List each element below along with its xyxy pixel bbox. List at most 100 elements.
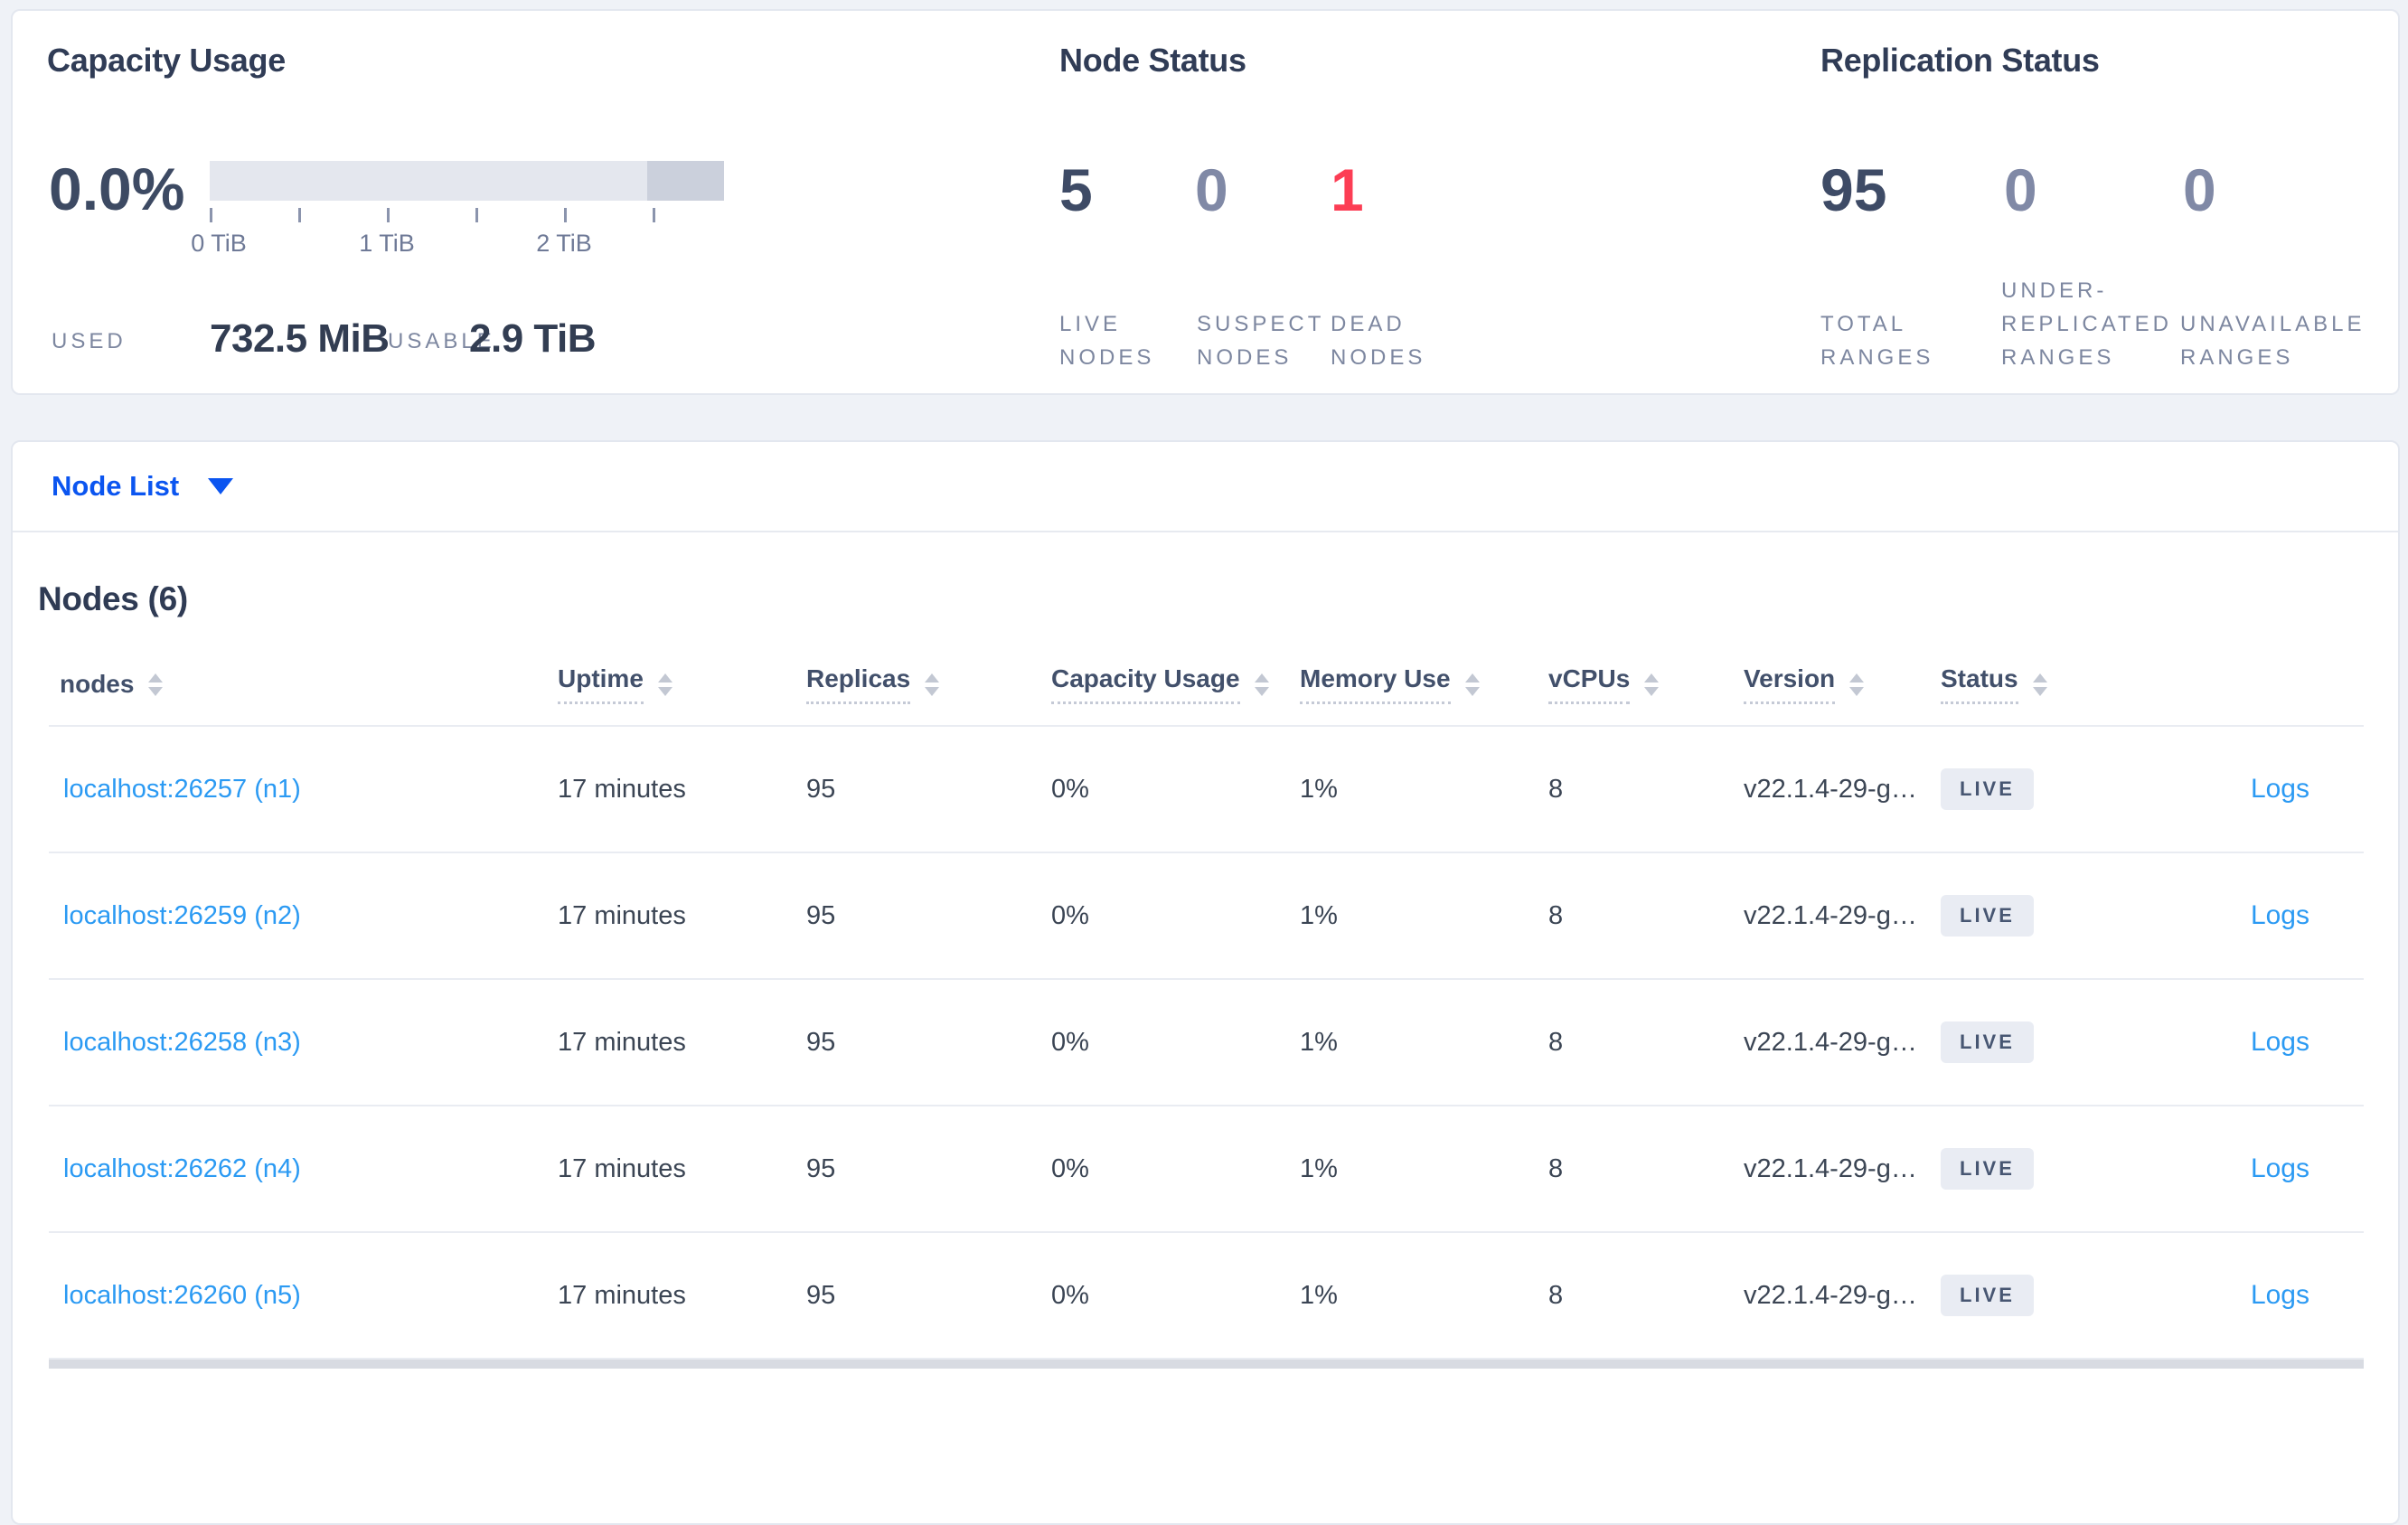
capacity-cell: 0% (1051, 1027, 1089, 1057)
capacity-cell: 0% (1051, 774, 1089, 804)
capacity-cell: 0% (1051, 1280, 1089, 1310)
axis-tick (564, 208, 567, 222)
column-header-vcpus[interactable]: vCPUs (1548, 664, 1744, 704)
used-label: USED (52, 329, 127, 353)
status-badge: LIVE (1941, 1148, 2034, 1190)
capacity-usage-section: Capacity Usage 0.0% 0 TiB 1 TiB 2 TiB US… (47, 40, 861, 383)
node-list-dropdown[interactable]: Node List (52, 470, 234, 503)
replication-status-title: Replication Status (1820, 42, 2100, 79)
table-row: localhost:26260 (n5) 17 minutes 95 0% 1%… (49, 1233, 2364, 1360)
capacity-cell: 0% (1051, 1153, 1089, 1183)
capacity-bar-axis: 0 TiB 1 TiB 2 TiB (191, 201, 724, 257)
nodes-table-header: nodes Uptime Replicas Capacity Usage Mem… (49, 644, 2364, 727)
capacity-used-usable-row: USED 732.5 MiB USABLE 2.9 TiB (47, 315, 861, 362)
memory-cell: 1% (1300, 1027, 1338, 1057)
axis-tick (298, 208, 301, 222)
axis-tick-label: 1 TiB (359, 230, 415, 257)
logs-link[interactable]: Logs (2251, 900, 2309, 930)
total-ranges-label: TOTAL RANGES (1820, 312, 1934, 370)
axis-tick (210, 208, 212, 222)
status-badge: LIVE (1941, 768, 2034, 810)
capacity-bar-reserved-segment (647, 161, 724, 201)
logs-link[interactable]: Logs (2251, 774, 2309, 804)
node-link[interactable]: localhost:26258 (n3) (63, 1028, 301, 1057)
axis-tick-label: 0 TiB (191, 230, 247, 257)
uptime-cell: 17 minutes (558, 900, 686, 930)
node-status-title: Node Status (1059, 42, 1246, 79)
axis-tick (387, 208, 390, 222)
column-header-replicas[interactable]: Replicas (806, 664, 1051, 704)
sort-icon (1644, 673, 1660, 696)
column-header-nodes[interactable]: nodes (49, 670, 558, 699)
vcpus-cell: 8 (1548, 1280, 1564, 1310)
replicas-cell: 95 (806, 1027, 836, 1057)
sort-icon (1464, 673, 1480, 696)
column-header-memory-use[interactable]: Memory Use (1300, 664, 1548, 704)
column-header-capacity-usage[interactable]: Capacity Usage (1051, 664, 1300, 704)
live-nodes-value: 5 (1059, 156, 1093, 223)
node-link[interactable]: localhost:26259 (n2) (63, 901, 301, 930)
node-list-card: Node List Nodes (6) nodes Uptime Replica… (11, 440, 2400, 1525)
axis-tick-label: 2 TiB (536, 230, 592, 257)
under-replicated-ranges-label: UNDER- REPLICATED RANGES (2001, 278, 2172, 370)
memory-cell: 1% (1300, 1153, 1338, 1183)
replicas-cell: 95 (806, 774, 836, 804)
sort-icon (1849, 673, 1865, 696)
total-ranges-value: 95 (1820, 156, 1887, 223)
version-cell: v22.1.4-29-g… (1744, 900, 1917, 930)
suspect-nodes-value: 0 (1195, 156, 1228, 223)
next-row-divider (49, 1360, 2364, 1369)
memory-cell: 1% (1300, 900, 1338, 930)
vcpus-cell: 8 (1548, 1027, 1564, 1057)
dead-nodes-label: DEAD NODES (1331, 312, 1426, 370)
node-link[interactable]: localhost:26262 (n4) (63, 1154, 301, 1183)
vcpus-cell: 8 (1548, 1153, 1564, 1183)
capacity-bar-chart: 0 TiB 1 TiB 2 TiB (191, 161, 724, 257)
chevron-down-icon (208, 478, 234, 494)
unavailable-ranges-label: UNAVAILABLE RANGES (2180, 312, 2366, 370)
logs-link[interactable]: Logs (2251, 1027, 2309, 1057)
nodes-count-heading: Nodes (6) (38, 580, 188, 617)
table-row: localhost:26257 (n1) 17 minutes 95 0% 1%… (49, 727, 2364, 853)
column-header-status[interactable]: Status (1941, 664, 2159, 704)
logs-link[interactable]: Logs (2251, 1280, 2309, 1310)
version-cell: v22.1.4-29-g… (1744, 1027, 1917, 1057)
table-row: localhost:26262 (n4) 17 minutes 95 0% 1%… (49, 1106, 2364, 1233)
uptime-cell: 17 minutes (558, 1027, 686, 1057)
view-selector-bar: Node List (13, 442, 2398, 532)
node-link[interactable]: localhost:26260 (n5) (63, 1281, 301, 1310)
capacity-usage-title: Capacity Usage (47, 42, 286, 79)
dead-nodes-value: 1 (1331, 156, 1364, 223)
sort-icon (1254, 673, 1269, 696)
table-row: localhost:26258 (n3) 17 minutes 95 0% 1%… (49, 980, 2364, 1106)
under-replicated-value: 0 (2004, 156, 2037, 223)
column-header-version[interactable]: Version (1744, 664, 1941, 704)
sort-icon (2032, 673, 2047, 696)
capacity-bar-track (210, 161, 724, 201)
unavailable-ranges-value: 0 (2183, 156, 2216, 223)
axis-tick (653, 208, 655, 222)
logs-link[interactable]: Logs (2251, 1153, 2309, 1183)
status-badge: LIVE (1941, 1021, 2034, 1063)
replicas-cell: 95 (806, 1153, 836, 1183)
status-badge: LIVE (1941, 1275, 2034, 1316)
version-cell: v22.1.4-29-g… (1744, 1153, 1917, 1183)
node-list-dropdown-label: Node List (52, 470, 180, 502)
suspect-nodes-label: SUSPECT NODES (1197, 312, 1325, 370)
memory-cell: 1% (1300, 774, 1338, 804)
version-cell: v22.1.4-29-g… (1744, 1280, 1917, 1310)
node-link[interactable]: localhost:26257 (n1) (63, 775, 301, 804)
nodes-table: nodes Uptime Replicas Capacity Usage Mem… (49, 644, 2364, 1360)
sort-icon (657, 673, 673, 696)
version-cell: v22.1.4-29-g… (1744, 774, 1917, 804)
replication-status-section: Replication Status 95 0 0 TOTAL RANGES U… (1820, 40, 2381, 383)
capacity-percent-value: 0.0% (49, 155, 185, 222)
column-header-uptime[interactable]: Uptime (558, 664, 806, 704)
replication-labels-row: TOTAL RANGES UNDER- REPLICATED RANGES UN… (1820, 273, 2381, 374)
axis-tick (475, 208, 478, 222)
replicas-cell: 95 (806, 900, 836, 930)
table-row: localhost:26259 (n2) 17 minutes 95 0% 1%… (49, 853, 2364, 980)
sort-icon (148, 673, 164, 696)
sort-icon (925, 673, 940, 696)
uptime-cell: 17 minutes (558, 1153, 686, 1183)
